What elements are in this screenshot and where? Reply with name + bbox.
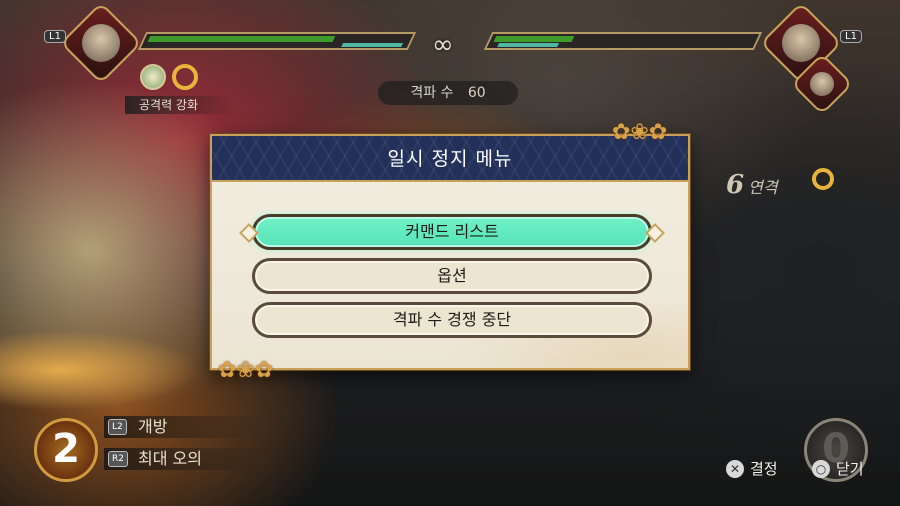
close-label: 닫기 (836, 460, 864, 478)
kill-counter-label: 격파 수 (410, 85, 454, 101)
r2-button-icon: R2 (108, 451, 128, 467)
player-health-bar (137, 32, 417, 50)
player-skill-gauge (341, 43, 404, 47)
kill-counter-value: 60 (467, 85, 486, 101)
combo-label: 연격 (748, 178, 778, 197)
enemy-face-icon (782, 24, 820, 62)
player-health-fill (147, 36, 336, 42)
skill-row-ultimate: R2 최대 오의 (104, 448, 264, 470)
buff-ring-icon (172, 64, 198, 90)
enemy-health-bar (483, 32, 763, 50)
flower-ornament-icon: ✿❀✿ (612, 120, 668, 145)
circle-button-icon: ○ (812, 459, 830, 478)
l2-button-icon: L2 (108, 419, 127, 435)
quit-kill-contest-button[interactable]: 격파 수 경쟁 중단 (252, 302, 652, 338)
ally-support-icon (140, 64, 166, 90)
enemy-skill-gauge (497, 43, 560, 47)
combo-ring-icon (812, 168, 834, 190)
flower-ornament-icon: ✿❀✿ (218, 358, 274, 383)
right-l1-badge: L1 (840, 30, 862, 43)
enemy-partner-face-icon (810, 72, 834, 96)
command-list-button[interactable]: 커맨드 리스트 (252, 214, 652, 250)
unleash-label: 개방 (138, 417, 168, 436)
skill-row-unleash: L2 개방 (104, 416, 264, 438)
combo-counter: 6 연격 (726, 170, 778, 200)
close-prompt[interactable]: ○ 닫기 (812, 458, 864, 479)
enemy-health-fill (493, 36, 575, 42)
pause-menu-panel: 일시 정지 메뉴 커맨드 리스트 옵션 격파 수 경쟁 중단 (210, 134, 690, 370)
kill-counter: 격파 수 60 (378, 81, 518, 105)
cross-button-icon: ✕ (726, 459, 744, 478)
ultimate-label: 최대 오의 (138, 449, 202, 468)
fire-effect (0, 330, 200, 410)
left-l1-badge: L1 (44, 30, 66, 43)
player-face-icon (82, 24, 120, 62)
options-button[interactable]: 옵션 (252, 258, 652, 294)
confirm-label: 결정 (750, 460, 778, 478)
attack-boost-label: 공격력 강화 (125, 96, 235, 114)
confirm-prompt[interactable]: ✕ 결정 (726, 458, 778, 479)
combo-count: 6 (726, 170, 745, 200)
awakening-gauge: 2 (34, 418, 98, 482)
infinity-timer-icon: ∞ (432, 30, 454, 60)
